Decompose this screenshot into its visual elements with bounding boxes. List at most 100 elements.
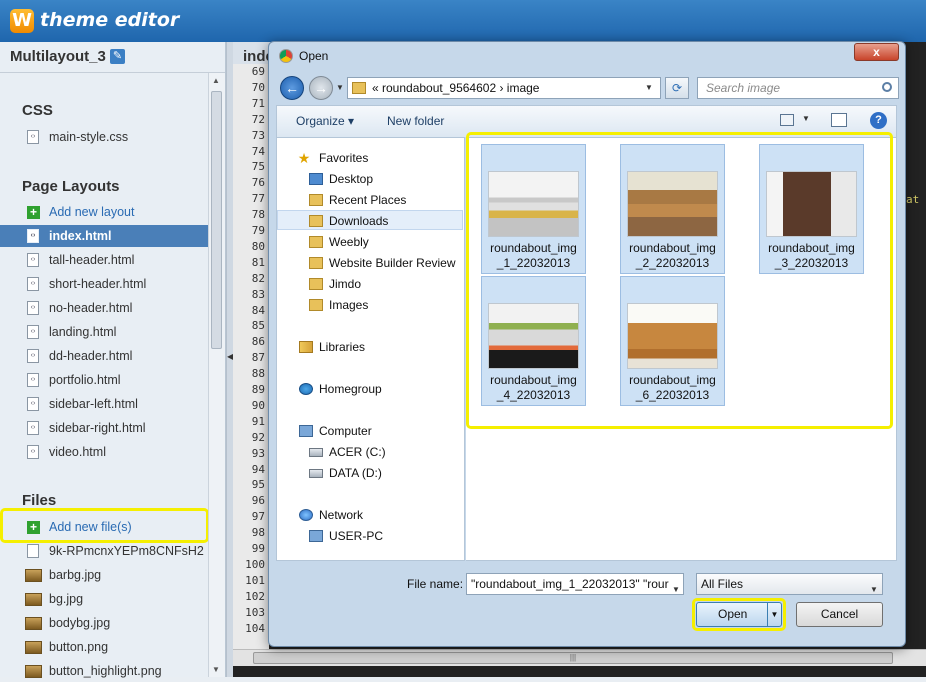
layout-label: landing.html [49, 325, 117, 339]
layout-item-tall-header[interactable]: ‹› tall-header.html [0, 249, 208, 271]
file-item[interactable]: bodybg.jpg [0, 612, 208, 634]
folder-icon [309, 299, 323, 311]
line-number: 69 [251, 65, 265, 78]
nav-label: Jimdo [329, 277, 362, 291]
view-options-icon[interactable] [780, 114, 794, 126]
nav-item-jimdo[interactable]: Jimdo [277, 274, 361, 294]
nav-item-weebly[interactable]: Weebly [277, 232, 369, 252]
file-icon: ‹› [27, 373, 39, 387]
sidebar-scrollbar[interactable]: ▲ ▼ [208, 73, 225, 677]
nav-label: Images [329, 298, 369, 312]
search-input[interactable]: Search image [697, 77, 899, 99]
line-number: 87 [251, 351, 265, 365]
line-number: 76 [251, 176, 265, 190]
file-item[interactable]: barbg.jpg [0, 564, 208, 586]
help-icon[interactable]: ? [870, 112, 887, 129]
file-item[interactable]: 9k-RPmcnxYEPm8CNFsH2 [0, 540, 208, 562]
chevron-down-icon[interactable]: ▼ [870, 580, 878, 600]
scrollbar-thumb[interactable]: ||| [253, 652, 893, 664]
new-folder-button[interactable]: New folder [387, 114, 444, 128]
file-icon: ‹› [27, 325, 39, 339]
cancel-button[interactable]: Cancel [796, 602, 883, 627]
chevron-down-icon[interactable]: ▼ [802, 114, 810, 123]
forward-arrow-icon[interactable]: → [309, 76, 333, 100]
file-item[interactable]: button_highlight.png [0, 660, 208, 682]
nav-item-libraries[interactable]: Libraries [277, 337, 365, 357]
line-number: 91 [251, 414, 265, 428]
add-new-layout-button[interactable]: + Add new layout [0, 201, 208, 223]
file-icon: ‹› [27, 445, 39, 459]
file-icon: ‹› [27, 301, 39, 315]
layout-item-short-header[interactable]: ‹› short-header.html [0, 273, 208, 295]
chevron-down-icon[interactable]: ▼ [672, 580, 680, 594]
navigation-pane: ★ Favorites Desktop Recent Places Downlo… [276, 137, 465, 561]
line-number: 74 [251, 144, 265, 158]
libraries-icon [299, 341, 313, 353]
file-label: main-style.css [49, 130, 129, 144]
layout-item-sidebar-right[interactable]: ‹› sidebar-right.html [0, 417, 208, 439]
preview-pane-icon[interactable] [831, 113, 847, 127]
file-icon: ‹› [27, 130, 39, 144]
edit-pencil-icon[interactable]: ✎ [110, 49, 125, 64]
back-arrow-icon[interactable]: ← [280, 76, 304, 100]
nav-label: USER-PC [329, 529, 384, 543]
nav-item-acer-drive[interactable]: ACER (C:) [277, 442, 386, 462]
image-file-icon [25, 593, 42, 606]
css-heading: CSS [22, 102, 53, 119]
file-name-label: File name: [407, 577, 464, 591]
search-icon[interactable] [882, 82, 892, 92]
layout-item-dd-header[interactable]: ‹› dd-header.html [0, 345, 208, 367]
chevron-down-icon[interactable]: ▼ [645, 83, 653, 92]
computer-icon [299, 425, 313, 437]
line-number: 84 [251, 303, 265, 317]
recent-places-icon [309, 194, 323, 206]
layout-item-index[interactable]: ‹› index.html [0, 225, 208, 247]
highlight-box [466, 132, 893, 429]
line-number: 77 [251, 192, 265, 206]
close-button[interactable]: x [854, 43, 899, 61]
scroll-down-icon[interactable]: ▼ [212, 665, 220, 674]
address-bar[interactable]: « roundabout_9564602 › image ▼ [347, 77, 661, 99]
file-name-input[interactable]: "roundabout_img_1_22032013" "rour ▼ [466, 573, 684, 595]
nav-item-website-builder-review[interactable]: Website Builder Review [277, 253, 456, 273]
nav-item-user-pc[interactable]: USER-PC [277, 526, 383, 546]
scroll-up-icon[interactable]: ▲ [212, 76, 220, 85]
line-number: 101 [245, 573, 265, 587]
folder-icon [309, 257, 323, 269]
nav-item-downloads[interactable]: Downloads [277, 210, 463, 230]
layout-item-no-header[interactable]: ‹› no-header.html [0, 297, 208, 319]
file-item-main-style[interactable]: ‹› main-style.css [0, 126, 208, 148]
folder-icon [309, 278, 323, 290]
nav-item-homegroup[interactable]: Homegroup [277, 379, 382, 399]
network-icon [299, 509, 313, 521]
layout-item-landing[interactable]: ‹› landing.html [0, 321, 208, 343]
line-number: 94 [251, 462, 265, 476]
image-file-icon [25, 617, 42, 630]
scrollbar-thumb[interactable] [211, 91, 222, 349]
file-type-select[interactable]: All Files ▼ [696, 573, 883, 595]
homegroup-icon [299, 383, 313, 395]
refresh-button[interactable]: ⟳ [665, 77, 689, 99]
file-item[interactable]: button.png [0, 636, 208, 658]
nav-label: Downloads [329, 214, 389, 228]
history-dropdown-icon[interactable]: ▼ [336, 83, 344, 92]
layout-item-video[interactable]: ‹› video.html [0, 441, 208, 463]
layout-item-portfolio[interactable]: ‹› portfolio.html [0, 369, 208, 391]
nav-item-favorites[interactable]: ★ Favorites [277, 148, 369, 168]
file-label: 9k-RPmcnxYEPm8CNFsH2 [49, 544, 204, 558]
nav-item-computer[interactable]: Computer [277, 421, 372, 441]
nav-item-recent-places[interactable]: Recent Places [277, 190, 406, 210]
nav-item-data-drive[interactable]: DATA (D:) [277, 463, 382, 483]
nav-item-desktop[interactable]: Desktop [277, 169, 373, 189]
organize-menu[interactable]: Organize ▾ [296, 114, 354, 128]
layout-item-sidebar-left[interactable]: ‹› sidebar-left.html [0, 393, 208, 415]
line-number: 100 [245, 557, 265, 571]
downloads-folder-icon [309, 215, 323, 227]
file-item[interactable]: bg.jpg [0, 588, 208, 610]
nav-item-network[interactable]: Network [277, 505, 363, 525]
horizontal-scrollbar[interactable]: ||| [233, 649, 926, 666]
address-path[interactable]: « roundabout_9564602 › image [372, 81, 539, 95]
file-label: bg.jpg [49, 592, 84, 606]
nav-item-images[interactable]: Images [277, 295, 368, 315]
star-icon: ★ [297, 150, 311, 166]
